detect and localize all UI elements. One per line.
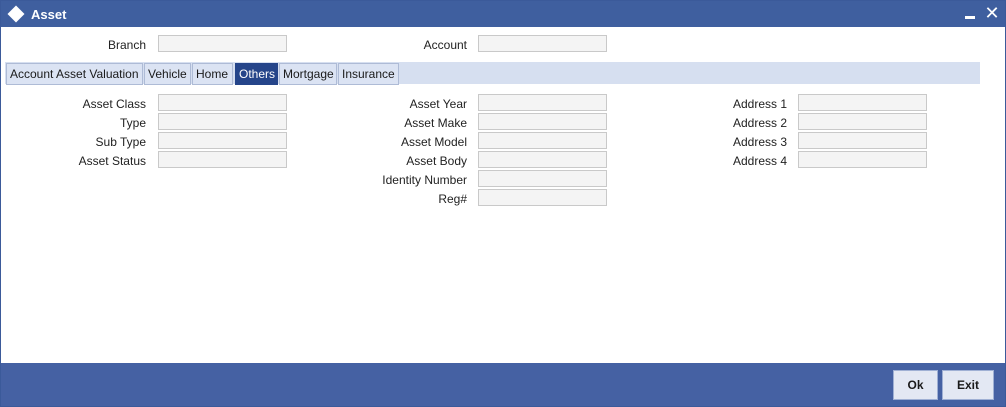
asset-make-field[interactable] [478, 113, 607, 130]
tab-others[interactable]: Others [235, 63, 278, 85]
asset-model-label: Asset Model [400, 135, 467, 149]
branch-label: Branch [107, 38, 146, 52]
account-field[interactable] [478, 35, 607, 52]
branch-field[interactable] [158, 35, 287, 52]
asset-year-field[interactable] [478, 94, 607, 111]
minimize-icon [965, 15, 975, 19]
tab-mortgage[interactable]: Mortgage [279, 63, 337, 85]
asset-status-label: Asset Status [78, 154, 146, 168]
reg-number-label: Reg# [438, 192, 467, 206]
sub-type-field[interactable] [158, 132, 287, 149]
type-field[interactable] [158, 113, 287, 130]
asset-year-label: Asset Year [409, 97, 467, 111]
address-2-field[interactable] [798, 113, 927, 130]
close-button[interactable]: ✕ [983, 4, 1001, 22]
reg-number-field[interactable] [478, 189, 607, 206]
tab-home[interactable]: Home [192, 63, 233, 85]
title-bar: Asset ✕ [1, 1, 1005, 27]
type-label: Type [119, 116, 146, 130]
tab-insurance[interactable]: Insurance [338, 63, 399, 85]
asset-make-label: Asset Make [404, 116, 467, 130]
address-2-label: Address 2 [732, 116, 787, 130]
tab-account-asset-valuation[interactable]: Account Asset Valuation [6, 63, 143, 85]
close-icon: ✕ [984, 3, 1000, 23]
asset-window: Asset ✕ Branch Account Account Asset Val… [0, 0, 1006, 407]
identity-number-field[interactable] [478, 170, 607, 187]
address-3-label: Address 3 [732, 135, 787, 149]
asset-body-label: Asset Body [406, 154, 467, 168]
address-4-label: Address 4 [732, 154, 787, 168]
address-3-field[interactable] [798, 132, 927, 149]
account-label: Account [423, 38, 467, 52]
asset-status-field[interactable] [158, 151, 287, 168]
window-title: Asset [31, 6, 67, 22]
footer-bar [1, 363, 1005, 406]
tab-vehicle[interactable]: Vehicle [144, 63, 191, 85]
exit-button[interactable]: Exit [942, 370, 994, 400]
identity-number-label: Identity Number [382, 173, 467, 187]
address-4-field[interactable] [798, 151, 927, 168]
asset-model-field[interactable] [478, 132, 607, 149]
asset-class-label: Asset Class [82, 97, 146, 111]
ok-button[interactable]: Ok [893, 370, 938, 400]
sub-type-label: Sub Type [95, 135, 146, 149]
minimize-button[interactable] [961, 4, 979, 22]
diamond-icon [7, 5, 25, 23]
address-1-label: Address 1 [732, 97, 787, 111]
address-1-field[interactable] [798, 94, 927, 111]
asset-body-field[interactable] [478, 151, 607, 168]
asset-class-field[interactable] [158, 94, 287, 111]
